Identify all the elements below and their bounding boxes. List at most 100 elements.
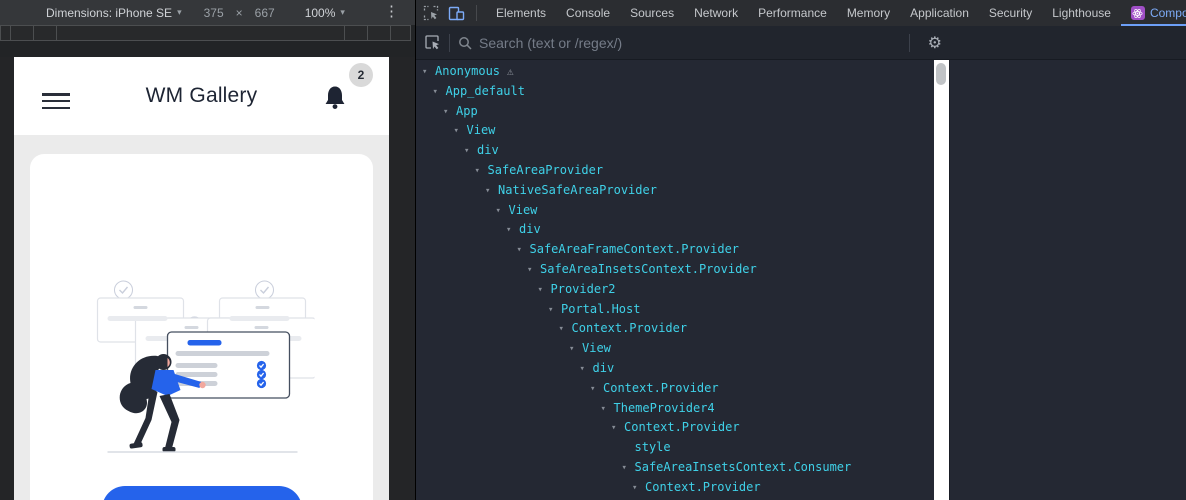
expand-arrow-icon[interactable]: ▾	[622, 459, 635, 479]
tree-node[interactable]: ▾App_default	[416, 82, 934, 102]
primary-button[interactable]	[102, 486, 302, 500]
expand-arrow-icon[interactable]: ▾	[611, 419, 624, 439]
tab-performance[interactable]: Performance	[748, 0, 837, 26]
tab-label: Lighthouse	[1052, 6, 1111, 20]
expand-arrow-icon[interactable]: ▾	[580, 360, 593, 380]
tree-node[interactable]: ▾Context.Provider	[416, 319, 934, 339]
tree-node[interactable]: ▾View	[416, 201, 934, 221]
tree-node[interactable]: ▾View	[416, 339, 934, 359]
tree-node-label: View	[509, 203, 538, 217]
tab-label: Elements	[496, 6, 546, 20]
settings-area: ⚙	[901, 33, 942, 53]
tree-node[interactable]: ▾div	[416, 220, 934, 240]
scrollbar-thumb[interactable]	[936, 63, 946, 85]
tab-components[interactable]: Components	[1121, 0, 1186, 26]
zoom-dropdown[interactable]: 100% ▾	[305, 6, 345, 20]
tree-node[interactable]: ▾View	[416, 121, 934, 141]
tab-application[interactable]: Application	[900, 0, 979, 26]
tree-node[interactable]: ▾Context.Provider	[416, 418, 934, 438]
tab-security[interactable]: Security	[979, 0, 1042, 26]
tree-node[interactable]: ▾div	[416, 359, 934, 379]
dimensions-dropdown[interactable]: Dimensions: iPhone SE ▾	[46, 6, 182, 20]
more-options-icon[interactable]: ⋮	[384, 2, 399, 20]
tab-label: Network	[694, 6, 738, 20]
tab-memory[interactable]: Memory	[837, 0, 900, 26]
chrome-cell	[10, 25, 34, 41]
browser-chrome-placeholder	[0, 25, 415, 41]
components-panes: ▾Anonymous⚠▾App_default▾App▾View▾div▾Saf…	[416, 60, 1186, 500]
expand-arrow-icon[interactable]: ▾	[485, 182, 498, 202]
tab-elements[interactable]: Elements	[486, 0, 556, 26]
component-tree: ▾Anonymous⚠▾App_default▾App▾View▾div▾Saf…	[416, 60, 934, 500]
inspect-element-icon[interactable]	[423, 5, 439, 21]
tree-node-label: Context.Provider	[624, 420, 740, 434]
tree-node[interactable]: style	[416, 438, 934, 458]
expand-arrow-icon[interactable]: ▾	[422, 63, 435, 83]
tree-node[interactable]: ▾SafeAreaInsetsContext.Consumer	[416, 458, 934, 478]
expand-arrow-icon[interactable]: ▾	[527, 261, 540, 281]
expand-arrow-icon[interactable]: ▾	[433, 83, 446, 103]
tree-node-label: NativeSafeAreaProvider	[498, 183, 657, 197]
gear-icon[interactable]: ⚙	[928, 33, 942, 53]
expand-arrow-icon[interactable]: ▾	[517, 241, 530, 261]
tree-scrollbar[interactable]	[934, 60, 949, 500]
expand-arrow-icon[interactable]: ▾	[443, 103, 456, 123]
tree-node[interactable]: ▾Context.Provider	[416, 379, 934, 399]
expand-arrow-icon[interactable]: ▾	[632, 479, 645, 499]
tree-node-label: Anonymous	[435, 64, 500, 78]
tree-node[interactable]: ▾Provider2	[416, 280, 934, 300]
tab-console[interactable]: Console	[556, 0, 620, 26]
viewport-height-field[interactable]: 667	[255, 6, 275, 20]
tree-node[interactable]: ▾SafeAreaFrameContext.Provider	[416, 240, 934, 260]
tree-node-label: div	[519, 222, 541, 236]
tab-network[interactable]: Network	[684, 0, 748, 26]
divider	[909, 34, 910, 52]
chrome-cell	[344, 25, 368, 41]
content-card	[30, 154, 373, 500]
caret-down-icon: ▾	[340, 7, 345, 18]
search-input[interactable]	[479, 35, 859, 51]
tab-label: Console	[566, 6, 610, 20]
tree-node-label: SafeAreaFrameContext.Provider	[530, 242, 740, 256]
chrome-cell	[56, 25, 345, 41]
tab-sources[interactable]: Sources	[620, 0, 684, 26]
tree-node-label: Context.Provider	[572, 321, 688, 335]
tab-label: Memory	[847, 6, 890, 20]
screenshot-root: Dimensions: iPhone SE ▾ 375 × 667 100% ▾…	[0, 0, 1186, 500]
tree-node-label: ThemeProvider4	[614, 401, 715, 415]
tree-node[interactable]: ▾div	[416, 141, 934, 161]
divider	[449, 34, 450, 52]
tree-node-label: div	[477, 143, 499, 157]
expand-arrow-icon[interactable]: ▾	[496, 202, 509, 222]
tree-node[interactable]: ▾SafeAreaProvider	[416, 161, 934, 181]
inspect-component-icon[interactable]	[424, 34, 441, 51]
expand-arrow-icon[interactable]: ▾	[454, 122, 467, 142]
expand-arrow-icon[interactable]: ▾	[464, 142, 477, 162]
tree-node[interactable]: ▾SafeAreaInsetsContext.Provider	[416, 260, 934, 280]
tree-node-label: Portal.Host	[561, 302, 640, 316]
divider	[476, 5, 477, 21]
tree-node[interactable]: ▾Context.Provider	[416, 478, 934, 498]
viewport-width-field[interactable]: 375	[204, 6, 224, 20]
expand-arrow-icon[interactable]: ▾	[590, 380, 603, 400]
bell-icon[interactable]	[323, 85, 347, 111]
expand-arrow-icon[interactable]: ▾	[538, 281, 551, 301]
tree-node-label: SafeAreaProvider	[488, 163, 604, 177]
tree-node[interactable]: ▾NativeSafeAreaProvider	[416, 181, 934, 201]
chrome-cell	[390, 25, 411, 41]
tab-label: Sources	[630, 6, 674, 20]
tree-node[interactable]: ▾Portal.Host	[416, 300, 934, 320]
tab-lighthouse[interactable]: Lighthouse	[1042, 0, 1121, 26]
expand-arrow-icon[interactable]: ▾	[559, 320, 572, 340]
toggle-device-toolbar-icon[interactable]	[448, 6, 465, 21]
tree-node[interactable]: ▾ThemeProvider4	[416, 399, 934, 419]
tree-node[interactable]: ▾Anonymous⚠	[416, 62, 934, 82]
expand-arrow-icon[interactable]: ▾	[548, 301, 561, 321]
expand-arrow-icon[interactable]: ▾	[601, 400, 614, 420]
chrome-cell	[33, 25, 57, 41]
props-pane	[949, 60, 1186, 500]
expand-arrow-icon[interactable]: ▾	[475, 162, 488, 182]
expand-arrow-icon[interactable]: ▾	[569, 340, 582, 360]
expand-arrow-icon[interactable]: ▾	[506, 221, 519, 241]
tree-node[interactable]: ▾App	[416, 102, 934, 122]
